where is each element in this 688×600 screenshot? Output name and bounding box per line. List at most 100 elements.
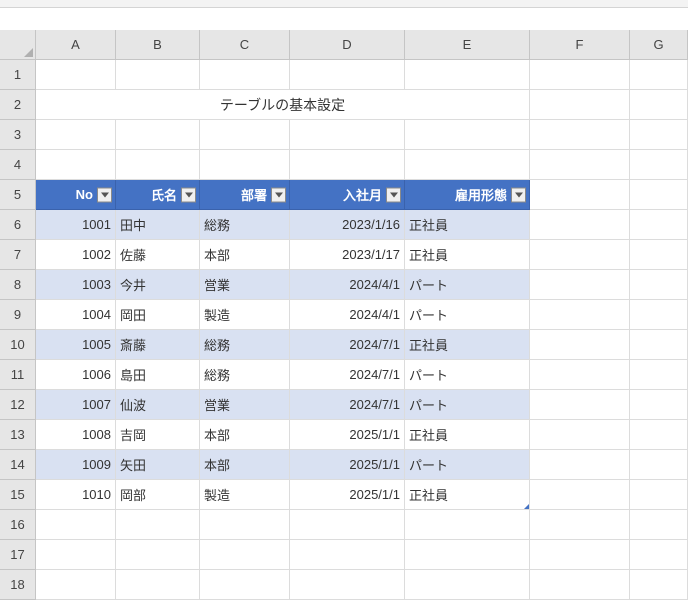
cell-E3[interactable] xyxy=(405,120,530,150)
cell-B16[interactable] xyxy=(116,510,200,540)
cell-A16[interactable] xyxy=(36,510,116,540)
cell-G10[interactable] xyxy=(630,330,688,360)
cell-B4[interactable] xyxy=(116,150,200,180)
table-cell[interactable]: 1004 xyxy=(36,300,116,330)
filter-dropdown-icon[interactable] xyxy=(97,187,112,202)
cell-B18[interactable] xyxy=(116,570,200,600)
cell-D3[interactable] xyxy=(290,120,405,150)
cell-G11[interactable] xyxy=(630,360,688,390)
table-cell[interactable]: 総務 xyxy=(200,330,290,360)
cell-C17[interactable] xyxy=(200,540,290,570)
row-header-4[interactable]: 4 xyxy=(0,150,36,180)
cell-F7[interactable] xyxy=(530,240,630,270)
table-cell[interactable]: 1008 xyxy=(36,420,116,450)
cell-G14[interactable] xyxy=(630,450,688,480)
cell-F17[interactable] xyxy=(530,540,630,570)
cell-D16[interactable] xyxy=(290,510,405,540)
table-cell[interactable]: 本部 xyxy=(200,240,290,270)
table-cell[interactable]: 2024/7/1 xyxy=(290,390,405,420)
cell-C16[interactable] xyxy=(200,510,290,540)
table-cell[interactable]: 正社員 xyxy=(405,480,530,510)
table-cell[interactable]: パート xyxy=(405,390,530,420)
filter-dropdown-icon[interactable] xyxy=(271,187,286,202)
table-cell[interactable]: 1002 xyxy=(36,240,116,270)
row-header-13[interactable]: 13 xyxy=(0,420,36,450)
cell-F3[interactable] xyxy=(530,120,630,150)
column-header-G[interactable]: G xyxy=(630,30,688,60)
column-header-E[interactable]: E xyxy=(405,30,530,60)
table-cell[interactable]: 2024/7/1 xyxy=(290,360,405,390)
table-cell[interactable]: 2024/7/1 xyxy=(290,330,405,360)
title-cell[interactable]: テーブルの基本設定 xyxy=(36,90,530,120)
cell-F9[interactable] xyxy=(530,300,630,330)
select-all-corner[interactable] xyxy=(0,30,36,60)
table-cell[interactable]: 正社員 xyxy=(405,420,530,450)
table-cell[interactable]: 本部 xyxy=(200,450,290,480)
cell-F13[interactable] xyxy=(530,420,630,450)
row-header-11[interactable]: 11 xyxy=(0,360,36,390)
table-cell[interactable]: 営業 xyxy=(200,270,290,300)
cell-G4[interactable] xyxy=(630,150,688,180)
table-header-4[interactable]: 雇用形態 xyxy=(405,180,530,210)
table-cell[interactable]: 岡田 xyxy=(116,300,200,330)
cell-G6[interactable] xyxy=(630,210,688,240)
row-header-18[interactable]: 18 xyxy=(0,570,36,600)
cell-B3[interactable] xyxy=(116,120,200,150)
cell-D1[interactable] xyxy=(290,60,405,90)
table-header-1[interactable]: 氏名 xyxy=(116,180,200,210)
table-cell[interactable]: 1007 xyxy=(36,390,116,420)
row-header-14[interactable]: 14 xyxy=(0,450,36,480)
cell-F2[interactable] xyxy=(530,90,630,120)
table-cell[interactable]: 本部 xyxy=(200,420,290,450)
row-header-12[interactable]: 12 xyxy=(0,390,36,420)
cell-F18[interactable] xyxy=(530,570,630,600)
row-header-2[interactable]: 2 xyxy=(0,90,36,120)
cell-F6[interactable] xyxy=(530,210,630,240)
column-header-F[interactable]: F xyxy=(530,30,630,60)
cell-G3[interactable] xyxy=(630,120,688,150)
cell-G5[interactable] xyxy=(630,180,688,210)
table-cell[interactable]: 2024/4/1 xyxy=(290,300,405,330)
table-cell[interactable]: 今井 xyxy=(116,270,200,300)
filter-dropdown-icon[interactable] xyxy=(181,187,196,202)
table-cell[interactable]: 2024/4/1 xyxy=(290,270,405,300)
cell-G12[interactable] xyxy=(630,390,688,420)
cell-G1[interactable] xyxy=(630,60,688,90)
row-header-16[interactable]: 16 xyxy=(0,510,36,540)
table-cell[interactable]: 2023/1/16 xyxy=(290,210,405,240)
cell-G18[interactable] xyxy=(630,570,688,600)
cell-E1[interactable] xyxy=(405,60,530,90)
cell-F11[interactable] xyxy=(530,360,630,390)
cell-E16[interactable] xyxy=(405,510,530,540)
cell-F5[interactable] xyxy=(530,180,630,210)
column-header-D[interactable]: D xyxy=(290,30,405,60)
table-cell[interactable]: 1010 xyxy=(36,480,116,510)
table-cell[interactable]: 仙波 xyxy=(116,390,200,420)
cell-G2[interactable] xyxy=(630,90,688,120)
table-cell[interactable]: 総務 xyxy=(200,360,290,390)
cell-C1[interactable] xyxy=(200,60,290,90)
cell-E17[interactable] xyxy=(405,540,530,570)
cell-F8[interactable] xyxy=(530,270,630,300)
table-header-3[interactable]: 入社月 xyxy=(290,180,405,210)
table-cell[interactable]: 製造 xyxy=(200,300,290,330)
cell-A18[interactable] xyxy=(36,570,116,600)
cell-D18[interactable] xyxy=(290,570,405,600)
column-header-A[interactable]: A xyxy=(36,30,116,60)
row-header-6[interactable]: 6 xyxy=(0,210,36,240)
cell-B1[interactable] xyxy=(116,60,200,90)
cell-G17[interactable] xyxy=(630,540,688,570)
cell-D4[interactable] xyxy=(290,150,405,180)
table-cell[interactable]: 2025/1/1 xyxy=(290,420,405,450)
table-cell[interactable]: 島田 xyxy=(116,360,200,390)
table-cell[interactable]: 2025/1/1 xyxy=(290,450,405,480)
cell-C4[interactable] xyxy=(200,150,290,180)
cell-F15[interactable] xyxy=(530,480,630,510)
cell-A1[interactable] xyxy=(36,60,116,90)
table-cell[interactable]: 佐藤 xyxy=(116,240,200,270)
cell-G15[interactable] xyxy=(630,480,688,510)
table-cell[interactable]: 正社員 xyxy=(405,330,530,360)
row-header-1[interactable]: 1 xyxy=(0,60,36,90)
cell-F16[interactable] xyxy=(530,510,630,540)
table-cell[interactable]: 1009 xyxy=(36,450,116,480)
